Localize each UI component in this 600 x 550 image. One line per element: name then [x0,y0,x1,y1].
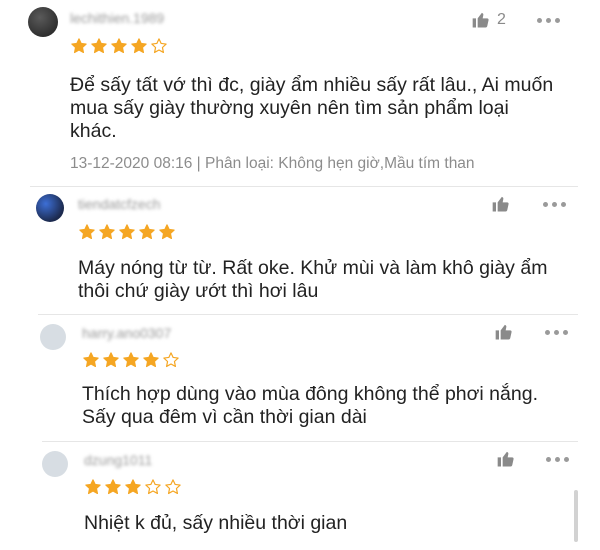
star-empty-icon [150,37,168,55]
star-filled-icon [110,37,128,55]
star-filled-icon [98,223,116,241]
review-text-line: Nhiệt k đủ, sấy nhiều thời gian [84,512,348,534]
like-count: 2 [497,11,506,28]
review-text-line: Sấy qua đêm vì cần thời gian dài [82,406,367,428]
more-options-button[interactable] [543,202,566,207]
star-rating [84,478,182,496]
star-filled-icon [124,478,142,496]
review-text: Thích hợp dùng vào mùa đông không thể ph… [82,383,538,429]
review-text-line: thôi chứ giày ướt thì hơi lâu [78,280,319,302]
divider [30,186,578,187]
star-rating [82,351,180,369]
like-button[interactable] [496,449,522,469]
like-button[interactable] [491,194,517,214]
avatar[interactable] [28,7,58,37]
review-text-line: Để sấy tất vớ thì đc, giày ẩm nhiều sấy … [70,74,554,96]
thumbs-up-icon [494,322,514,342]
star-filled-icon [102,351,120,369]
more-options-button[interactable] [545,330,568,335]
review-text: Máy nóng từ từ. Rất oke. Khử mùi và làm … [78,257,547,303]
star-filled-icon [118,223,136,241]
star-empty-icon [144,478,162,496]
review-text: Để sấy tất vớ thì đc, giày ẩm nhiều sấy … [70,74,553,143]
star-filled-icon [84,478,102,496]
review-text-line: mua sấy giày thường xuyên nên tìm sản ph… [70,97,509,119]
star-empty-icon [162,351,180,369]
star-filled-icon [70,37,88,55]
review-item: dzung1011 Nhiệt k đủ, sấy nhiều thời gia… [0,445,600,550]
avatar[interactable] [40,324,66,350]
star-filled-icon [122,351,140,369]
username[interactable]: harry.ano0307 [82,325,171,341]
avatar[interactable] [42,451,68,477]
review-item: harry.ano0307 Thích hợp dùng vào mùa đôn… [0,318,600,438]
divider [38,314,578,315]
like-button[interactable]: 2 [471,10,506,30]
star-filled-icon [82,351,100,369]
star-filled-icon [104,478,122,496]
review-text-line: Máy nóng từ từ. Rất oke. Khử mùi và làm … [78,257,548,279]
username[interactable]: lechithien.1989 [70,10,164,26]
star-filled-icon [138,223,156,241]
review-meta: 13-12-2020 08:16 | Phân loại: Không hẹn … [70,155,475,172]
star-empty-icon [164,478,182,496]
more-options-button[interactable] [546,457,569,462]
scrollbar[interactable] [574,490,578,542]
thumbs-up-icon [471,10,491,30]
like-button[interactable] [494,322,520,342]
review-text-line: khác. [70,120,117,142]
username[interactable]: dzung1011 [84,452,152,468]
star-filled-icon [90,37,108,55]
divider [42,441,578,442]
review-text-line: Thích hợp dùng vào mùa đông không thể ph… [82,383,538,405]
star-rating [70,37,168,55]
more-options-button[interactable] [537,18,560,23]
thumbs-up-icon [491,194,511,214]
star-rating [78,223,176,241]
star-filled-icon [78,223,96,241]
review-item: tiendatcfzech Máy nóng từ từ. Rất oke. K… [0,190,600,310]
star-filled-icon [158,223,176,241]
star-filled-icon [130,37,148,55]
thumbs-up-icon [496,449,516,469]
review-text: Nhiệt k đủ, sấy nhiều thời gian [84,512,347,535]
username[interactable]: tiendatcfzech [78,196,161,212]
star-filled-icon [142,351,160,369]
review-item: lechithien.1989 2 Để sấy tất vớ thì đc, … [0,0,600,180]
avatar[interactable] [36,194,64,222]
